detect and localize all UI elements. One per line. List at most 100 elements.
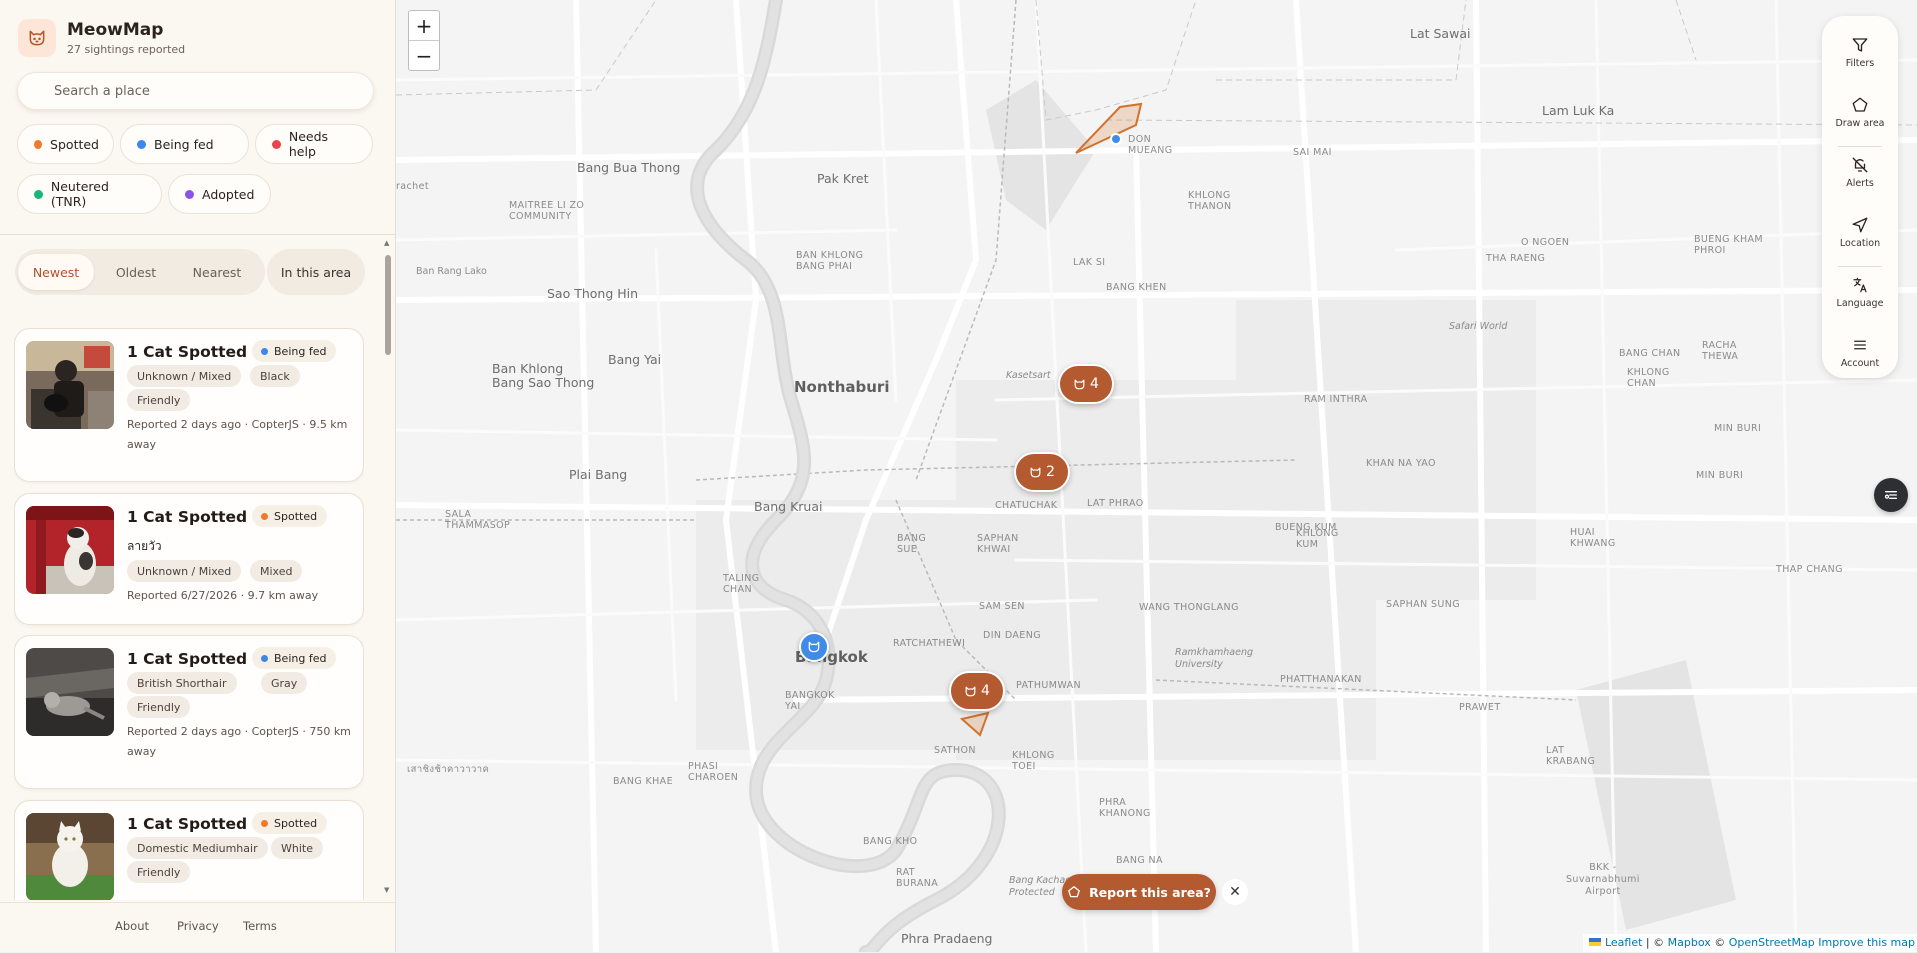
privacy-link[interactable]: Privacy xyxy=(177,919,219,933)
location-button[interactable]: Location xyxy=(1822,206,1898,262)
draw-area-button[interactable]: Draw area xyxy=(1822,86,1898,142)
scroll-down-icon[interactable]: ▼ xyxy=(384,886,389,894)
map-label: Lam Luk Ka xyxy=(1542,103,1615,118)
map[interactable]: Nonthaburi Pak Kret Bang Bua Thong Sao T… xyxy=(396,0,1917,952)
temperament-tag: Friendly xyxy=(127,696,191,718)
alerts-button[interactable]: Alerts xyxy=(1822,146,1898,202)
zoom-control: + − xyxy=(408,10,440,71)
user-location-dot xyxy=(1110,133,1122,145)
in-this-area-button[interactable]: In this area xyxy=(267,249,365,295)
tab-newest[interactable]: Newest xyxy=(18,254,94,290)
tab-nearest[interactable]: Nearest xyxy=(180,254,254,290)
map-label: Ban Rang Lako xyxy=(416,266,487,277)
attribution-text: © xyxy=(1710,936,1729,949)
being-fed-dot-icon xyxy=(137,139,146,149)
filter-label: Being fed xyxy=(154,136,214,152)
sighting-card[interactable]: 1 Cat Spotted Spotted ลายวัว Unknown / M… xyxy=(14,493,364,625)
card-title: 1 Cat Spotted xyxy=(127,650,248,668)
improve-map-link[interactable]: Improve this map xyxy=(1818,936,1915,949)
spotted-dot-icon xyxy=(34,139,43,149)
filter-chip-spotted[interactable]: Spotted xyxy=(17,124,114,164)
map-label: KHLONG THANON xyxy=(1188,190,1232,212)
temperament-tag: Friendly xyxy=(127,389,191,411)
spotted-dot-icon xyxy=(261,819,268,827)
map-label: MIN BURI xyxy=(1696,470,1744,481)
map-label: Sao Thong Hin xyxy=(547,286,639,301)
map-label: MIN BURI xyxy=(1714,423,1762,434)
zoom-in-button[interactable]: + xyxy=(409,11,439,40)
map-label: Ban Khlong Bang Sao Thong xyxy=(492,361,595,390)
cat-icon xyxy=(1074,379,1085,389)
cat-nickname: ลายวัว xyxy=(127,539,162,553)
being-fed-dot-icon xyxy=(261,347,268,355)
terms-link[interactable]: Terms xyxy=(243,919,277,933)
tool-label: Draw area xyxy=(1835,118,1885,129)
leaflet-link[interactable]: Leaflet xyxy=(1605,936,1642,949)
sighting-card[interactable]: 1 Cat Spotted Being fed Unknown / Mixed … xyxy=(14,328,364,482)
bell-off-icon xyxy=(1852,157,1868,173)
color-tag: Gray xyxy=(261,672,308,694)
map-label: DON MUEANG xyxy=(1128,134,1173,156)
list-filter-icon xyxy=(1884,491,1897,499)
scroll-up-icon[interactable]: ▲ xyxy=(384,239,389,247)
tool-label: Language xyxy=(1836,298,1884,309)
map-label: SALA THAMMASOP xyxy=(445,509,511,531)
cat-icon xyxy=(965,686,976,696)
cluster-marker[interactable]: 2 xyxy=(1014,452,1070,492)
map-label: Safari World xyxy=(1449,321,1508,332)
search-input[interactable] xyxy=(17,72,374,110)
spotted-dot-icon xyxy=(261,512,268,520)
map-label: SAM SEN xyxy=(979,601,1025,612)
close-report-button[interactable]: ✕ xyxy=(1222,879,1248,905)
color-tag: Mixed xyxy=(250,560,303,582)
cat-pin-being-fed[interactable] xyxy=(799,632,829,662)
map-label: Ramkhamhaeng University xyxy=(1175,647,1254,670)
map-label: KHLONG TOEI xyxy=(1012,750,1055,772)
map-label: BANGKOK YAI xyxy=(785,690,835,712)
color-tag: White xyxy=(271,837,323,859)
map-label: BAN KHLONG BANG PHAI xyxy=(796,250,864,272)
filter-label: Spotted xyxy=(50,136,99,152)
sighting-card[interactable]: 1 Cat Spotted Spotted Domestic Mediumhai… xyxy=(14,800,364,900)
scroll-thumb[interactable] xyxy=(385,255,391,355)
cat-icon xyxy=(1030,467,1041,477)
language-button[interactable]: Language xyxy=(1822,266,1898,322)
tab-oldest[interactable]: Oldest xyxy=(101,254,171,290)
sort-tabs: Newest Oldest Nearest xyxy=(15,249,265,295)
breed-tag: British Shorthair xyxy=(127,672,237,694)
cluster-marker[interactable]: 4 xyxy=(949,671,1005,711)
cluster-marker[interactable]: 4 xyxy=(1058,364,1114,404)
filter-chip-needs-help[interactable]: Needs help xyxy=(255,124,373,164)
map-label: WANG THONGLANG xyxy=(1139,602,1239,613)
cat-photo xyxy=(26,648,114,736)
mapbox-link[interactable]: Mapbox xyxy=(1668,936,1711,949)
filter-chip-adopted[interactable]: Adopted xyxy=(168,174,271,214)
zoom-out-button[interactable]: − xyxy=(409,40,439,70)
map-label: PRAWET xyxy=(1459,702,1501,713)
map-label: Plai Bang xyxy=(569,467,628,482)
map-label: LAT KRABANG xyxy=(1546,745,1596,767)
map-label: Bang Bua Thong xyxy=(577,160,681,175)
status-badge: Spotted xyxy=(252,812,328,834)
map-label: PHASI CHAROEN xyxy=(688,761,739,783)
map-label: Kasetsart xyxy=(1006,370,1051,381)
sighting-card[interactable]: 1 Cat Spotted Being fed British Shorthai… xyxy=(14,635,364,789)
map-label: KHAN NA YAO xyxy=(1366,458,1436,469)
filter-chip-neutered[interactable]: Neutered (TNR) xyxy=(17,174,162,214)
breed-tag: Unknown / Mixed xyxy=(127,560,242,582)
status-badge: Spotted xyxy=(252,505,328,527)
map-label: PHRA KHANONG xyxy=(1099,797,1151,819)
divider xyxy=(0,234,395,235)
filters-button[interactable]: Filters xyxy=(1822,26,1898,82)
map-label: O NGOEN xyxy=(1521,237,1570,248)
about-link[interactable]: About xyxy=(115,919,149,933)
map-label: PATHUMWAN xyxy=(1016,680,1082,691)
tool-label: Filters xyxy=(1845,58,1875,69)
report-area-button[interactable]: Report this area? xyxy=(1062,874,1216,910)
account-button[interactable]: Account xyxy=(1822,326,1898,382)
osm-link[interactable]: OpenStreetMap xyxy=(1729,936,1815,949)
map-label: Nonthaburi xyxy=(794,378,890,396)
legend-toggle-button[interactable] xyxy=(1874,478,1908,512)
filter-chip-being-fed[interactable]: Being fed xyxy=(120,124,249,164)
list-scrollbar[interactable]: ▲ ▼ xyxy=(384,239,392,901)
